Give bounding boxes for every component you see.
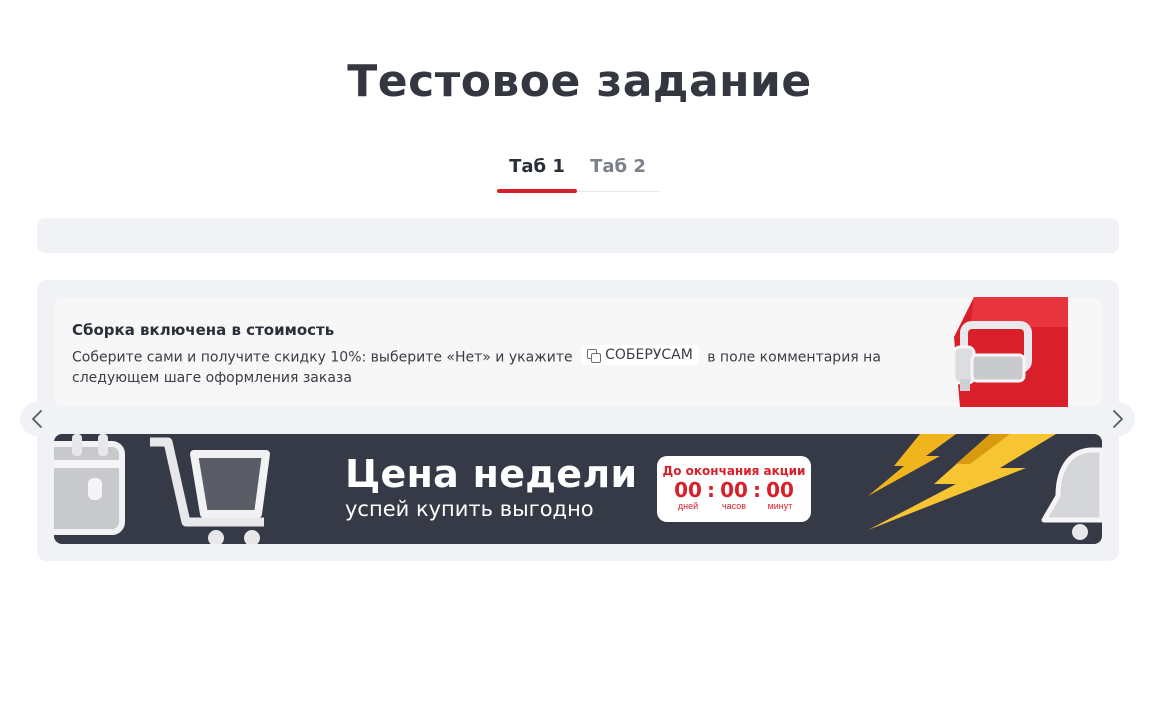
- info-card-text: Соберите сами и получите скидку 10%: выб…: [72, 345, 932, 388]
- prev-slide-button[interactable]: [20, 402, 54, 436]
- banner-title: Цена недели: [345, 452, 638, 496]
- countdown-days-label: дней: [677, 501, 699, 511]
- assembly-info-card: Сборка включена в стоимость Соберите сам…: [54, 297, 1102, 407]
- countdown-timer: До окончания акции 00 дней : 00 часов : …: [657, 456, 811, 522]
- slider: Сборка включена в стоимость Соберите сам…: [37, 280, 1119, 561]
- chevron-right-icon: [1113, 410, 1123, 428]
- countdown-title: До окончания акции: [662, 464, 806, 478]
- tab-2[interactable]: Таб 2: [577, 148, 659, 192]
- info-card-title: Сборка включена в стоимость: [72, 321, 335, 339]
- banner-subtitle: успей купить выгодно: [345, 497, 594, 521]
- chevron-left-icon: [32, 410, 42, 428]
- page-title: Тестовое задание: [347, 56, 812, 107]
- countdown-separator: :: [707, 478, 715, 502]
- countdown-days: 00: [674, 478, 702, 502]
- info-text-before: Соберите сами и получите скидку 10%: выб…: [72, 349, 573, 366]
- sofa-icon: [952, 297, 1068, 407]
- next-slide-button[interactable]: [1101, 402, 1135, 436]
- countdown-minutes-label: минут: [767, 501, 793, 511]
- bell-icon: [1041, 447, 1102, 540]
- week-price-banner[interactable]: Цена недели успей купить выгодно До окон…: [54, 434, 1102, 544]
- cart-icon: [150, 437, 270, 544]
- countdown-hours-label: часов: [721, 501, 747, 511]
- tab-1[interactable]: Таб 1: [497, 148, 577, 193]
- promo-code-copy[interactable]: СОБЕРУСАМ: [581, 345, 699, 365]
- countdown-minutes: 00: [766, 478, 794, 502]
- countdown-separator: :: [753, 478, 761, 502]
- promo-code: СОБЕРУСАМ: [605, 347, 693, 363]
- calendar-icon: [54, 434, 125, 535]
- tabs: Таб 1 Таб 2: [497, 148, 659, 193]
- lightning-icon: [868, 434, 1056, 530]
- copy-icon: [587, 348, 602, 363]
- countdown-hours: 00: [720, 478, 748, 502]
- empty-tab-content: [37, 218, 1119, 253]
